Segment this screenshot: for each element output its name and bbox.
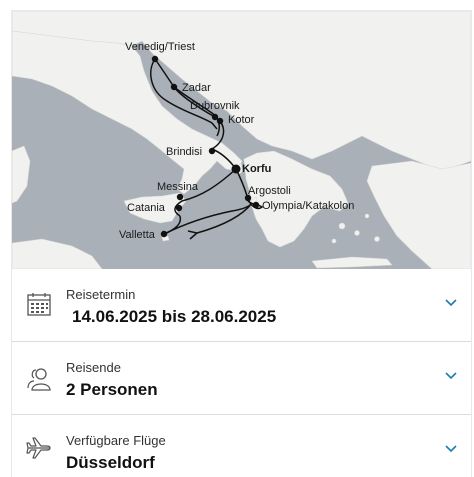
port-marker-highlight	[231, 164, 241, 174]
travellers-selector[interactable]: Reisende 2 Personen	[12, 342, 471, 415]
travel-date-value: 14.06.2025 bis 28.06.2025	[72, 307, 277, 326]
travellers-value: 2 Personen	[66, 380, 158, 399]
port-label-messina: Messina	[157, 181, 199, 193]
port-label-dubrovnik: Dubrovnik	[190, 100, 240, 112]
port-label-venedig: Venedig/Triest	[125, 41, 195, 53]
land-masses	[12, 11, 471, 269]
travellers-label: Reisende	[66, 360, 121, 375]
chevron-down-icon[interactable]	[445, 445, 457, 453]
port-label-zadar: Zadar	[182, 82, 211, 94]
port-marker	[175, 204, 183, 212]
port-marker	[252, 201, 260, 209]
airplane-icon	[26, 437, 51, 459]
travel-date-selector[interactable]: Reisetermin 14.06.2025 bis 28.06.2025	[12, 269, 471, 342]
cruise-booking-panel: Venedig/Triest Zadar Dubrovnik Kotor Bri…	[12, 11, 471, 477]
travel-date-label: Reisetermin	[66, 287, 136, 302]
flights-value: Düsseldorf	[66, 453, 155, 472]
port-marker	[216, 117, 224, 125]
port-label-kotor: Kotor	[228, 114, 255, 126]
chevron-down-icon[interactable]	[445, 372, 457, 380]
route-map: Venedig/Triest Zadar Dubrovnik Kotor Bri…	[12, 11, 471, 269]
flights-label: Verfügbare Flüge	[66, 433, 166, 448]
route-map-svg: Venedig/Triest Zadar Dubrovnik Kotor Bri…	[12, 11, 471, 269]
port-marker	[176, 193, 184, 201]
port-marker	[211, 113, 219, 121]
port-label-valletta: Valletta	[119, 229, 156, 241]
port-label-brindisi: Brindisi	[166, 146, 202, 158]
port-marker	[151, 55, 159, 63]
port-label-korfu: Korfu	[242, 163, 271, 175]
port-marker	[170, 83, 178, 91]
persons-icon	[27, 368, 51, 391]
port-marker	[208, 147, 216, 155]
flights-selector[interactable]: Verfügbare Flüge Düsseldorf	[12, 415, 471, 477]
calendar-icon	[27, 293, 51, 316]
chevron-down-icon[interactable]	[445, 299, 457, 307]
port-marker	[160, 230, 168, 238]
port-label-catania: Catania	[127, 202, 166, 214]
port-label-argostoli: Argostoli	[248, 185, 291, 197]
port-label-olympia: Olympia/Katakolon	[262, 200, 354, 212]
